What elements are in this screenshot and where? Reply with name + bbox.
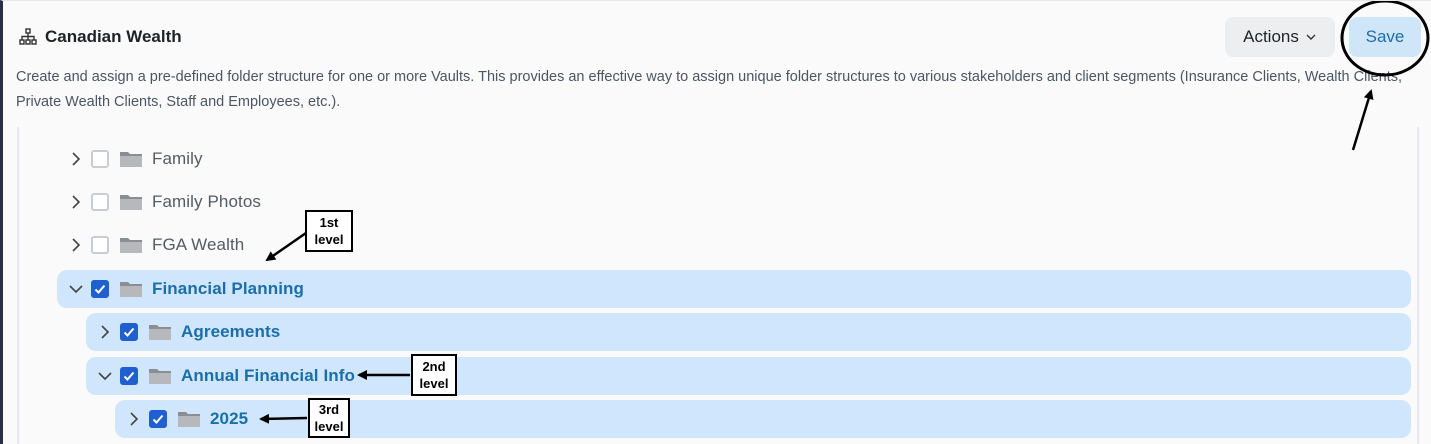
row-label: Family <box>152 149 203 168</box>
chevron-right-icon[interactable] <box>98 325 112 339</box>
annotation-second-level: 2nd level <box>411 354 457 396</box>
row-checkbox[interactable] <box>91 150 109 168</box>
chevron-right-icon[interactable] <box>127 412 141 426</box>
page-header: Canadian Wealth <box>19 27 182 47</box>
folder-icon <box>120 195 142 210</box>
chevron-right-icon[interactable] <box>69 238 83 252</box>
chevron-down-icon[interactable] <box>69 282 83 296</box>
page-title: Canadian Wealth <box>45 27 182 46</box>
annotation-first-level: 1st level <box>305 210 353 252</box>
row-checkbox[interactable] <box>120 323 138 341</box>
annotation-third-level: 3rd level <box>308 398 350 438</box>
tree-row-fga-wealth[interactable]: FGA Wealth <box>69 226 469 264</box>
row-label: 2025 <box>210 409 249 428</box>
row-label: FGA Wealth <box>152 235 245 254</box>
checkmark-icon <box>152 414 164 424</box>
folder-icon <box>120 282 142 297</box>
row-checkbox[interactable] <box>91 280 109 298</box>
row-checkbox[interactable] <box>120 367 138 385</box>
row-label: Financial Planning <box>152 279 304 298</box>
tree-row-family[interactable]: Family <box>69 140 469 178</box>
folder-icon <box>178 412 200 427</box>
tree-row-financial-planning[interactable]: Financial Planning <box>57 270 1411 308</box>
folder-icon <box>120 152 142 167</box>
row-label: Agreements <box>181 322 281 341</box>
row-label: Annual Financial Info <box>181 366 355 385</box>
actions-label: Actions <box>1243 27 1299 46</box>
tree-row-agreements[interactable]: Agreements <box>86 313 1411 351</box>
checkmark-icon <box>123 371 135 381</box>
chevron-right-icon[interactable] <box>69 195 83 209</box>
chevron-down-icon <box>1306 34 1316 40</box>
checkmark-icon <box>123 327 135 337</box>
folder-structure-page: Canadian Wealth Create and assign a pre-… <box>0 0 1431 444</box>
sitemap-icon <box>19 28 37 45</box>
checkmark-icon <box>94 284 106 294</box>
folder-icon <box>149 369 171 384</box>
save-button[interactable]: Save <box>1349 17 1421 57</box>
tree-row-family-photos[interactable]: Family Photos <box>69 183 469 221</box>
actions-button[interactable]: Actions <box>1225 17 1335 57</box>
folder-icon <box>149 325 171 340</box>
chevron-down-icon[interactable] <box>98 369 112 383</box>
row-checkbox[interactable] <box>91 193 109 211</box>
chevron-right-icon[interactable] <box>69 152 83 166</box>
row-checkbox[interactable] <box>91 236 109 254</box>
tree-row-annual-financial-info[interactable]: Annual Financial Info <box>86 357 1411 395</box>
folder-icon <box>120 238 142 253</box>
page-description: Create and assign a pre-defined folder s… <box>16 69 1403 110</box>
row-checkbox[interactable] <box>149 410 167 428</box>
row-label: Family Photos <box>152 192 262 211</box>
